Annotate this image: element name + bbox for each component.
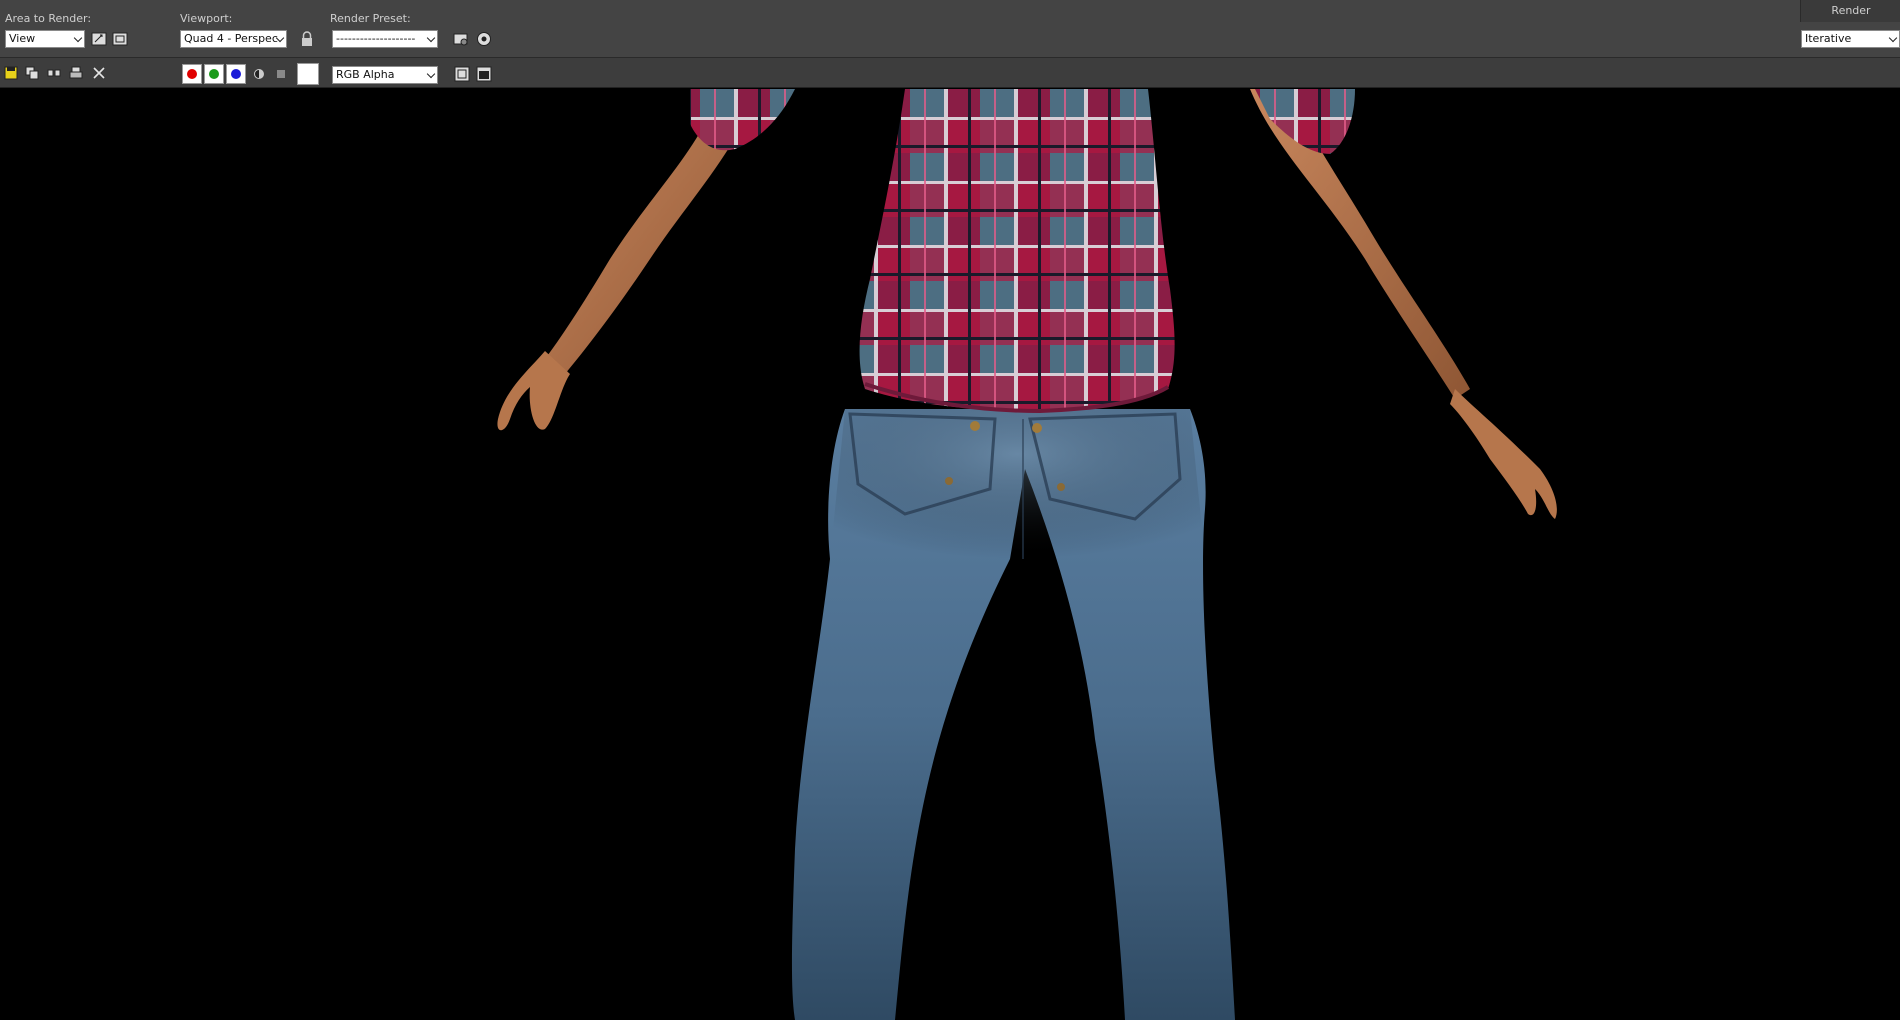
edit-region-button[interactable] [90,30,108,48]
render-preset-dropdown[interactable]: -------------------- [332,30,438,48]
area-to-render-value: View [9,32,36,45]
render-settings-bar: Area to Render: View Viewport: Quad 4 - … [0,0,1900,58]
toggle-ui-overlay-button[interactable] [453,65,471,83]
auto-region-icon [112,32,128,46]
green-channel-toggle[interactable] [204,64,224,84]
blue-channel-icon [231,69,241,79]
render-mode-dropdown[interactable]: Iterative [1801,30,1900,48]
window-icon [476,66,492,82]
half-circle-icon [254,69,264,79]
lock-viewport-button[interactable] [298,30,316,48]
clear-button[interactable] [90,64,108,82]
render-button[interactable]: Render [1800,0,1900,22]
alpha-channel-toggle[interactable] [250,65,268,83]
monochrome-toggle[interactable] [272,65,290,83]
clone-window-button[interactable] [45,64,63,82]
display-channel-dropdown[interactable]: RGB Alpha [332,66,438,84]
render-setup-icon [453,33,468,46]
viewport-label: Viewport: [180,12,233,25]
render-setup-button[interactable] [452,30,470,48]
overlay-icon [454,66,470,82]
save-icon [4,66,18,80]
monochrome-icon [277,70,285,78]
red-channel-icon [187,69,197,79]
clone-icon [47,69,61,77]
rendered-character-image [497,89,1557,1020]
red-channel-toggle[interactable] [182,64,202,84]
area-to-render-label: Area to Render: [5,12,92,25]
save-image-button[interactable] [2,64,20,82]
edit-region-icon [91,32,107,46]
frame-buffer-toolbar: RGB Alpha [0,58,1900,88]
auto-region-button[interactable] [111,30,129,48]
blue-channel-toggle[interactable] [226,64,246,84]
print-icon [69,66,83,79]
gear-icon [477,32,491,46]
copy-image-button[interactable] [23,64,41,82]
environment-effects-button[interactable] [475,30,493,48]
viewport-value: Quad 4 - Perspec [184,32,278,45]
close-icon [93,67,105,79]
lock-icon [302,31,312,46]
viewport-dropdown[interactable]: Quad 4 - Perspec [180,30,287,48]
render-preset-label: Render Preset: [330,12,411,25]
toggle-ui-button[interactable] [475,65,493,83]
area-to-render-dropdown[interactable]: View [5,30,85,48]
render-viewport [0,89,1900,1020]
display-channel-value: RGB Alpha [336,68,395,81]
green-channel-icon [209,69,219,79]
render-button-label: Render [1831,4,1871,17]
print-image-button[interactable] [67,64,85,82]
render-mode-value: Iterative [1805,32,1852,45]
render-preset-value: -------------------- [336,32,416,45]
copy-icon [25,66,39,80]
color-swatch[interactable] [297,63,319,85]
